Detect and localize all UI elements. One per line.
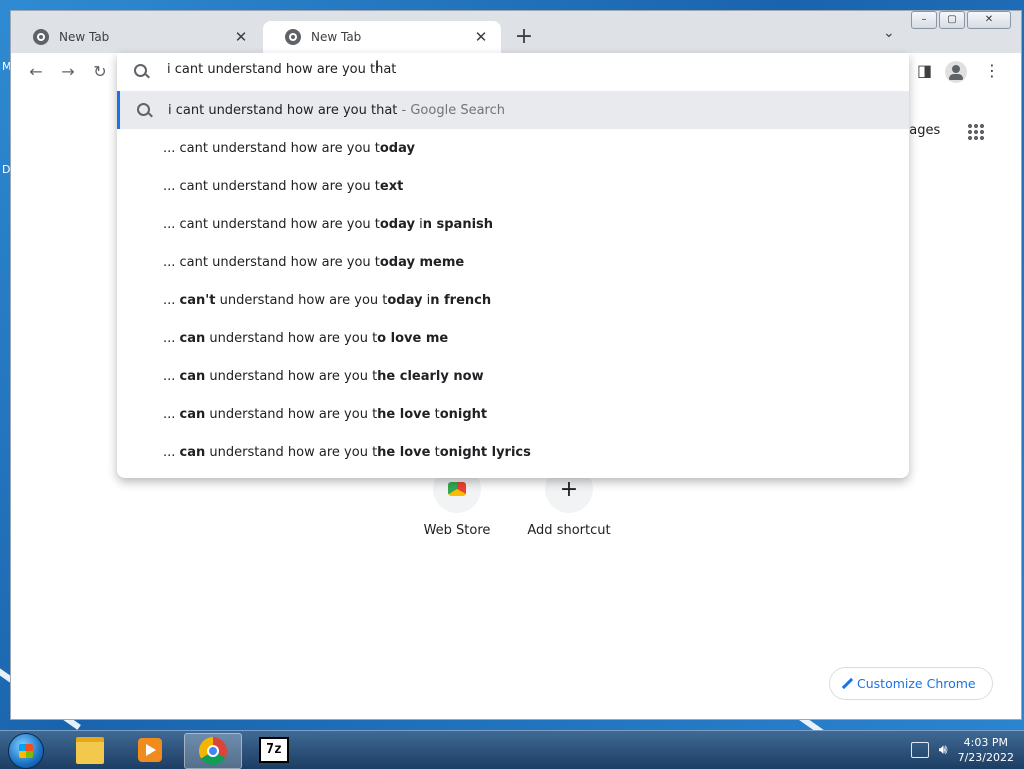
shortcut-label: Add shortcut [527, 523, 611, 538]
pencil-icon [841, 677, 854, 690]
customize-chrome-button[interactable]: Customize Chrome [829, 667, 993, 700]
suggestion-item[interactable]: ... can't understand how are you today i… [117, 281, 909, 319]
suggestion-item[interactable]: ... cant understand how are you today in… [117, 205, 909, 243]
suggestion-item[interactable]: ... cant understand how are you today [117, 129, 909, 167]
chrome-window: New Tab ✕ New Tab ✕ + ⌄ – ▢ ✕ ← → ↻ ◨ ⋮ … [10, 10, 1022, 720]
customize-label: Customize Chrome [857, 676, 976, 691]
chrome-taskbar-button[interactable] [184, 733, 242, 769]
suggestion-text: i cant understand how are you that - Goo… [168, 102, 505, 118]
suggestion-item[interactable]: ... cant understand how are you text [117, 167, 909, 205]
suggestion-text: ... can understand how are you the clear… [163, 368, 484, 384]
address-bar[interactable]: I [117, 53, 909, 91]
start-button[interactable] [8, 733, 44, 769]
search-icon [134, 64, 147, 77]
minimize-button[interactable]: – [911, 11, 937, 29]
forward-arrow-icon[interactable]: → [57, 62, 79, 81]
profile-avatar-icon[interactable] [945, 61, 967, 83]
back-arrow-icon[interactable]: ← [25, 62, 47, 81]
text-cursor-icon: I [375, 59, 380, 75]
system-tray: 🔊︎ 4:03 PM 7/23/2022 [910, 733, 1014, 767]
suggestion-text: ... cant understand how are you text [163, 178, 404, 194]
suggestion-text: ... cant understand how are you today [163, 140, 415, 156]
suggestion-text: ... cant understand how are you today in… [163, 216, 494, 232]
search-icon [137, 103, 150, 116]
chevron-down-icon[interactable]: ⌄ [883, 25, 895, 41]
omnibox-dropdown: I i cant understand how are you that - G… [117, 53, 909, 478]
suggestion-item[interactable]: ... can understand how are you the love … [117, 395, 909, 433]
clock-time: 4:03 PM [963, 736, 1008, 749]
tab-new-tab-2[interactable]: New Tab ✕ [263, 21, 501, 53]
network-icon[interactable] [910, 742, 929, 758]
clock-date: 7/23/2022 [957, 751, 1014, 764]
media-player-icon [138, 738, 162, 762]
suggestion-item[interactable]: i cant understand how are you that - Goo… [117, 91, 909, 129]
close-window-button[interactable]: ✕ [967, 11, 1011, 29]
suggestion-text: ... can understand how are you the love … [163, 444, 531, 460]
speaker-icon[interactable]: 🔊︎ [939, 742, 948, 758]
suggestion-item[interactable]: ... can understand how are you the love … [117, 433, 909, 471]
side-panel-icon[interactable]: ◨ [917, 61, 932, 80]
suggestion-list: i cant understand how are you that - Goo… [117, 91, 909, 471]
chrome-favicon-icon [285, 29, 301, 45]
media-player-taskbar-button[interactable] [122, 733, 178, 767]
window-controls: – ▢ ✕ [911, 11, 1011, 29]
tab-title: New Tab [59, 30, 110, 44]
suggestion-text: ... can't understand how are you today i… [163, 292, 492, 308]
menu-kebab-icon[interactable]: ⋮ [984, 61, 1000, 80]
apps-grid-icon[interactable] [967, 123, 985, 141]
suggestion-item[interactable]: ... cant understand how are you today me… [117, 243, 909, 281]
taskbar: 7z 🔊︎ 4:03 PM 7/23/2022 [0, 730, 1024, 769]
address-input[interactable] [167, 62, 867, 77]
tab-title: New Tab [311, 30, 362, 44]
suggestion-item[interactable]: ... can understand how are you the clear… [117, 357, 909, 395]
7zip-icon: 7z [259, 737, 289, 763]
tab-strip: New Tab ✕ New Tab ✕ + ⌄ – ▢ ✕ [11, 11, 1021, 53]
folder-icon [76, 736, 104, 764]
suggestion-text: ... can understand how are you to love m… [163, 330, 449, 346]
tab-new-tab-1[interactable]: New Tab ✕ [11, 21, 261, 53]
close-icon[interactable]: ✕ [231, 28, 251, 46]
chrome-icon [199, 737, 227, 765]
reload-icon[interactable]: ↻ [89, 62, 111, 81]
close-icon[interactable]: ✕ [471, 28, 491, 46]
suggestion-text: ... can understand how are you the love … [163, 406, 488, 422]
7zip-taskbar-button[interactable]: 7z [246, 733, 302, 767]
clock[interactable]: 4:03 PM 7/23/2022 [958, 735, 1014, 765]
suggestion-text: ... cant understand how are you today me… [163, 254, 465, 270]
maximize-button[interactable]: ▢ [939, 11, 965, 29]
explorer-taskbar-button[interactable] [62, 733, 118, 767]
new-tab-button[interactable]: + [511, 25, 537, 49]
chrome-favicon-icon [33, 29, 49, 45]
shortcut-label: Web Store [423, 523, 491, 538]
suggestion-item[interactable]: ... can understand how are you to love m… [117, 319, 909, 357]
